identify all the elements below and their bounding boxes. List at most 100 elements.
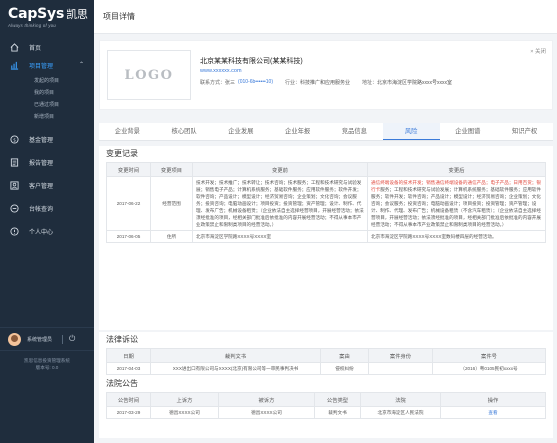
view-link[interactable]: 查看 [488, 410, 497, 415]
nav-project-mgmt[interactable]: 项目管理 ⌃ [0, 56, 94, 74]
close-button[interactable]: × 关闭 [530, 47, 546, 55]
tab-annual-report[interactable]: 企业年报 [269, 123, 326, 140]
svg-text:$: $ [13, 137, 16, 143]
column-header: 变更前 [192, 162, 368, 177]
nav-personal[interactable]: 个人中心 [0, 220, 94, 243]
sub-item-approved[interactable]: 已通过项目 [0, 98, 94, 110]
notice-court: 北京市海淀区人民法院 [360, 406, 441, 419]
sub-item-initiated[interactable]: 发起的项目 [0, 74, 94, 86]
address-label: 地址： [362, 80, 378, 86]
chart-icon [10, 61, 19, 70]
table-header-row: 公告时间 上诉方 被诉方 公告类型 法院 操作 [106, 392, 546, 407]
contact-name: 张三 [225, 80, 236, 86]
industry-value: 科技推广和应用服务业 [300, 80, 351, 86]
system-info: 凯思信息投资管理系统 版本号: 0.0 [0, 357, 94, 371]
user-circle-icon [10, 227, 19, 236]
change-item: 住所 [150, 230, 193, 243]
table-row: 2017-06-22 经营范围 技术开发；技术推广；技术转让；技术咨询；技术服务… [106, 176, 546, 231]
column-header: 变更项目 [150, 162, 193, 177]
change-records-section: 变更记录 变更时间 变更项目 变更前 变更后 2017-06-22 经营范围 技 [99, 146, 553, 330]
notice-appellant: 德昌XXXX公司 [150, 406, 219, 419]
report-icon [10, 158, 19, 167]
tab-development[interactable]: 企业发展 [213, 123, 270, 140]
change-records-table: 变更时间 变更项目 变更前 变更后 2017-06-22 经营范围 技术开发；技… [106, 162, 546, 243]
contact-phone[interactable]: (010-6b••••••10) [238, 79, 273, 86]
table-header-row: 变更时间 变更项目 变更前 变更后 [106, 162, 546, 177]
tab-ip[interactable]: 知识产权 [496, 123, 553, 140]
nav-report[interactable]: 报告管理 [0, 151, 94, 174]
notice-view-link: 查看 [440, 406, 546, 419]
nav-fund[interactable]: $ 基金管理 [0, 128, 94, 151]
court-notices-section: 法院公告 公告时间 上诉方 被诉方 公告类型 法院 操作 2017-03-29 [99, 376, 553, 438]
lawsuits-title: 法律诉讼 [106, 335, 138, 344]
column-header: 法院 [360, 392, 441, 407]
nav-ledger-label: 台帐查询 [29, 207, 54, 213]
sub-item-mine[interactable]: 我的项目 [0, 86, 94, 98]
notice-type: 裁判文书 [314, 406, 361, 419]
tab-core-team[interactable]: 核心团队 [156, 123, 213, 140]
nav-home[interactable]: 首页 [0, 38, 94, 56]
nav-fund-label: 基金管理 [29, 138, 54, 144]
page-header: 项目详情 [94, 0, 557, 34]
lawsuit-date: 2017-04-03 [106, 362, 151, 375]
table-row: 2017-03-29 德昌XXXX公司 德昌XXXX公司 裁判文书 北京市海淀区… [106, 406, 546, 419]
nav-home-label: 首页 [29, 45, 42, 52]
customer-icon [10, 181, 19, 190]
nav-ledger[interactable]: 台帐查询 [0, 197, 94, 220]
lawsuit-role [368, 362, 433, 375]
avatar[interactable] [8, 332, 21, 346]
brand: CapSys 凯思 Always thinking of you [0, 0, 94, 34]
column-header: 案件号 [432, 348, 546, 363]
column-header: 案由 [320, 348, 369, 363]
company-meta: 联系方式： 张三 (010-6b••••••10) 行业： 科技推广和应用服务业… [200, 79, 452, 86]
change-date: 2017-06-22 [106, 176, 151, 231]
column-header: 上诉方 [150, 392, 219, 407]
column-header: 操作 [440, 392, 546, 407]
notice-date: 2017-03-29 [106, 406, 151, 419]
lawsuits-table: 日期 裁判文书 案由 案件身份 案件号 2017-04-03 XXX进出口有限公… [106, 348, 546, 375]
tab-bar: 企业背景 核心团队 企业发展 企业年报 竞品信息 风险 企业图谱 知识产权 [99, 123, 553, 141]
change-after-rest: 服务；工程和技术研究与试验发展；计算机系统服务；基础软件服务；应用软件服务；软件… [371, 187, 541, 227]
chevron-up-icon: ⌃ [78, 62, 84, 68]
tab-competitors[interactable]: 竞品信息 [326, 123, 383, 140]
power-icon[interactable]: ⏻ [69, 334, 75, 344]
divider [62, 334, 64, 344]
company-url[interactable]: www.xxxxxx.com [200, 68, 242, 74]
brand-slogan: Always thinking of you [8, 23, 57, 28]
system-version: 版本号: 0.0 [35, 365, 59, 370]
lawsuit-document[interactable]: XXX进出口有限公司与XXXX(北京)有限公司等一审民事判决书 [150, 362, 321, 375]
user-name: 系统管理员 [27, 336, 53, 343]
page-title: 项目详情 [103, 12, 135, 21]
nav-customer[interactable]: 客户管理 [0, 174, 94, 197]
change-date: 2017-06-05 [106, 230, 151, 243]
tab-risk[interactable]: 风险 [382, 123, 440, 140]
table-header-row: 日期 裁判文书 案由 案件身份 案件号 [106, 348, 546, 363]
tab-graph[interactable]: 企业图谱 [440, 123, 497, 140]
column-header: 公告时间 [106, 392, 151, 407]
lawsuit-cause: 侵权纠纷 [320, 362, 369, 375]
tab-background[interactable]: 企业背景 [99, 123, 156, 140]
coin-icon: $ [10, 135, 19, 144]
sidebar: CapSys 凯思 Always thinking of you 首页 项目管理 … [0, 0, 94, 443]
change-before: 技术开发；技术推广；技术转让；技术咨询；技术服务；工程和技术研究与试验发展；销售… [192, 176, 368, 231]
court-notices-table: 公告时间 上诉方 被诉方 公告类型 法院 操作 2017-03-29 德昌XXX… [106, 392, 546, 419]
nav-report-label: 报告管理 [29, 161, 54, 167]
home-icon [10, 42, 19, 52]
system-name: 凯思信息投资管理系统 [24, 358, 70, 363]
column-header: 变更时间 [106, 162, 151, 177]
change-before: 北京市海淀区学院路XXXX号XXXX室 [192, 230, 368, 243]
main: 项目详情 LOGO 北京某某科技有限公司(某某科技) www.xxxxxx.co… [94, 0, 557, 443]
column-header: 日期 [106, 348, 151, 363]
change-after: 通信终端设备的技术开发；销售通信终端设备的通信产品；电子产品；日用百货；银行卡服… [367, 176, 546, 231]
company-name: 北京某某科技有限公司(某某科技) [200, 58, 303, 65]
column-header: 公告类型 [314, 392, 361, 407]
sub-item-new[interactable]: 新增项目 [0, 110, 94, 122]
industry-label: 行业： [285, 80, 301, 86]
table-row: 2017-06-05 住所 北京市海淀区学院路XXXX号XXXX室 北京市海淀区… [106, 230, 546, 243]
table-row: 2017-04-03 XXX进出口有限公司与XXXX(北京)有限公司等一审民事判… [106, 362, 546, 375]
column-header: 裁判文书 [150, 348, 321, 363]
user-bar: 系统管理员 ⏻ [0, 327, 94, 351]
change-records-title: 变更记录 [106, 149, 138, 158]
column-header: 案件身份 [368, 348, 433, 363]
column-header: 被诉方 [218, 392, 315, 407]
